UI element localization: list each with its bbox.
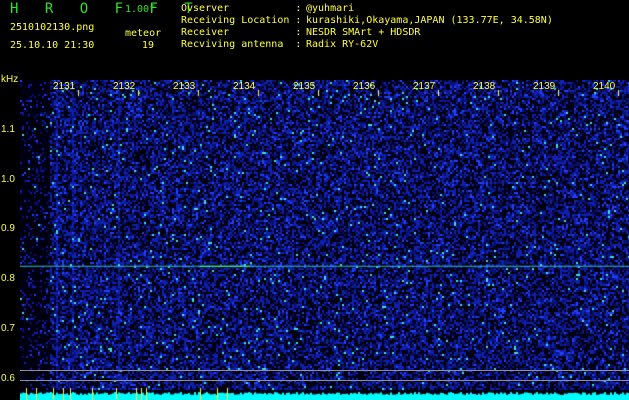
spectrogram: [20, 80, 629, 400]
x-tick-label: 2139: [533, 81, 556, 92]
guide-line: [20, 380, 629, 381]
y-tick-label: 0.7: [1, 323, 15, 334]
x-tick-label: 2133: [173, 81, 196, 92]
y-tick-label: 0.6: [1, 372, 15, 384]
y-tick-label: 0.9: [1, 223, 15, 235]
x-tick-label: 2131: [53, 81, 76, 92]
meteor-label: meteor: [125, 28, 162, 39]
info-val: NESDR SMArt + HDSDR: [306, 27, 421, 38]
x-tick-label: 2137: [413, 81, 436, 92]
x-tick-label: 2135: [293, 81, 316, 92]
x-tick-label: 2136: [353, 81, 376, 92]
y-tick-label: 1.0: [1, 173, 15, 185]
info-key: Ovserver :: [181, 3, 302, 14]
file-name: 2510102130.png: [10, 22, 95, 33]
y-tick-label: 1.1: [1, 123, 15, 135]
info-val: @yuhmari: [306, 3, 355, 14]
app-title: H R O F F T: [10, 1, 202, 17]
y-tick-label: 0.8: [1, 273, 15, 285]
meteor-count: 19: [142, 40, 155, 51]
x-tick-label: 2140: [593, 81, 616, 92]
info-key: Receiver :: [181, 27, 302, 38]
x-tick-label: 2138: [473, 81, 496, 92]
datetime: 25.10.10 21:30: [10, 40, 95, 51]
info-val: Radix RY-62V: [306, 39, 379, 50]
guide-line: [20, 370, 629, 371]
app-version: 1.00f: [125, 4, 156, 15]
info-val: kurashiki,Okayama,JAPAN (133.77E, 34.58N…: [306, 15, 553, 26]
x-tick-label: 2132: [113, 81, 136, 92]
x-tick-label: 2134: [233, 81, 256, 92]
info-key: Receiving Location :: [181, 15, 302, 26]
y-axis-unit: kHz: [1, 74, 19, 85]
info-key: Recviving antenna :: [181, 39, 302, 50]
